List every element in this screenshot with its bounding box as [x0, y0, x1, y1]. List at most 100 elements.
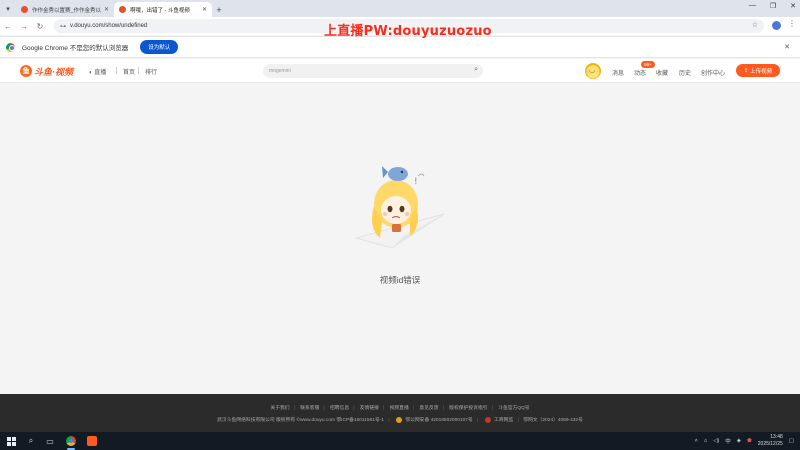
nav-live-label: 直播: [94, 70, 107, 76]
header-link-history[interactable]: 历史: [679, 68, 691, 77]
nav-divider: [116, 67, 117, 74]
tab-search-button[interactable]: ▾: [0, 0, 16, 17]
upload-video-button[interactable]: ⇪ 上传视频: [736, 64, 780, 77]
douyu-video-logo[interactable]: 鱼 斗鱼·视频: [20, 64, 73, 78]
police-record-link[interactable]: 鄂公网安备 42018502000107号: [405, 418, 472, 423]
mascot-blush: [383, 212, 387, 216]
volume-icon[interactable]: ◁): [713, 438, 719, 444]
default-browser-infobar: Google Chrome 不是您的默认浏览器 设为默认 ✕: [0, 36, 800, 58]
douyu-favicon-icon: [21, 6, 28, 13]
stream-overlay-text: 上直播PW:douyuzuozuo: [324, 24, 492, 39]
motion-line: [417, 173, 425, 177]
header-link-messages[interactable]: 消息: [612, 68, 624, 77]
search-placeholder: mogemini: [269, 68, 291, 74]
footer-link-contact[interactable]: 联系客服: [300, 406, 319, 411]
minimize-icon[interactable]: —: [749, 2, 756, 10]
active-app-indicator: [67, 448, 75, 450]
mascot-cup: [392, 224, 401, 232]
nav-live[interactable]: ◐ 直播: [89, 67, 106, 76]
bookmark-star-icon[interactable]: ☆: [752, 21, 758, 29]
header-link-feed[interactable]: 动态: [634, 68, 646, 77]
windows-taskbar: ⌕ ▭ ˄ ⌂ ◁) 中 ◈ ⬟ 13:48 2025/12/25 ▢: [0, 432, 800, 450]
reload-icon[interactable]: ↻: [32, 22, 48, 31]
infobar-message: Google Chrome 不是您的默认浏览器: [22, 45, 129, 52]
start-button[interactable]: [5, 435, 17, 447]
site-info-icon[interactable]: ⊶: [60, 23, 66, 30]
task-view-icon[interactable]: ▭: [44, 435, 56, 447]
logo-text: 斗鱼·视频: [34, 66, 73, 77]
mascot-eye-right: [399, 205, 405, 213]
error-message: 视频id错误: [379, 275, 421, 285]
police-emblem-icon: [395, 416, 402, 423]
footer-links: 关于我们 | 联系客服 | 招聘信息 | 友情链接 | 视频直播 | 意见反馈 | 版权保护…: [270, 406, 530, 411]
search-input[interactable]: mogemini ⌕: [263, 64, 483, 78]
taskbar-search-icon[interactable]: ⌕: [25, 435, 37, 447]
search-icon[interactable]: ⌕: [474, 66, 478, 74]
profile-avatar-icon[interactable]: [772, 21, 781, 30]
header-link-favorites[interactable]: 收藏: [656, 68, 668, 77]
mascot-eye-left: [387, 205, 393, 213]
tray-overflow-icon[interactable]: ˄: [695, 438, 698, 444]
upload-label: 上传视频: [750, 68, 773, 75]
network-icon[interactable]: ⌂: [704, 438, 707, 444]
browser-tab[interactable]: 作作金秀以置赛_作作金秀以赛 ✕: [16, 2, 114, 17]
douyu-app-icon: [87, 436, 97, 446]
mascot-face: [381, 196, 411, 224]
back-arrow-icon[interactable]: ←: [0, 22, 16, 31]
nav-divider: [138, 67, 139, 74]
new-tab-button[interactable]: +: [212, 2, 226, 17]
notification-badge: 99+: [641, 61, 655, 68]
close-tab-icon[interactable]: ✕: [202, 6, 207, 13]
mascot-fish-hat: [388, 167, 408, 181]
mascot-fish-tail: [382, 166, 388, 178]
infobar-close-icon[interactable]: ✕: [784, 43, 790, 51]
fish-eye: [400, 170, 404, 174]
ime-icon[interactable]: ◈: [737, 438, 741, 444]
douyu-favicon-icon: [119, 6, 126, 13]
nav-ranking[interactable]: 排行: [145, 67, 157, 76]
chrome-menu-icon[interactable]: ⋮: [788, 19, 796, 28]
footer-link-jobs[interactable]: 招聘信息: [330, 406, 349, 411]
antivirus-tray-icon[interactable]: ⬟: [747, 438, 752, 444]
footer-copyright: 武汉斗鱼网络科技有限公司 版权所有 ©www.douyu.com 鄂ICP备15…: [217, 416, 583, 423]
taskbar-douyu-app[interactable]: [86, 435, 98, 447]
set-default-button[interactable]: 设为默认: [140, 40, 179, 54]
header-link-creator-center[interactable]: 创作中心: [701, 68, 725, 77]
clock-time: 13:48: [770, 434, 783, 440]
footer-link-friends[interactable]: 友情链接: [360, 406, 379, 411]
footer-link-qq[interactable]: 斗鱼官方QQ号: [498, 406, 529, 411]
address-text: v.douyu.com/show/undefined: [70, 23, 148, 29]
browser-tab-active[interactable]: 啊哦，出错了 - 斗鱼视频 ✕: [114, 2, 212, 17]
icp-link[interactable]: 鄂ICP备15011561号-1: [336, 418, 384, 423]
clock-date: 2025/12/25: [757, 441, 783, 447]
windows-logo-icon: [6, 436, 16, 446]
user-avatar[interactable]: [585, 63, 601, 79]
restore-icon[interactable]: ❐: [770, 2, 776, 10]
error-mascot-illustration: !: [354, 166, 445, 249]
tab-title: 作作金秀以置赛_作作金秀以赛: [32, 7, 101, 14]
main-content: ! 视频id错误: [0, 84, 800, 394]
surprise-mark-icon: !: [414, 177, 418, 187]
taskbar-chrome-app[interactable]: [65, 435, 77, 447]
chrome-logo-icon: [6, 42, 15, 52]
taskbar-clock[interactable]: 13:48 2025/12/25: [758, 434, 783, 448]
site-header: 鱼 斗鱼·视频 ◐ 直播 首页 排行 mogemini ⌕ 消息 动态 99+ …: [0, 59, 800, 83]
footer-link-copyright[interactable]: 版权保护投诉指引: [449, 406, 487, 411]
input-language[interactable]: 中: [725, 437, 731, 445]
system-tray: ˄ ⌂ ◁) 中 ◈ ⬟ 13:48 2025/12/25 ▢: [695, 434, 794, 448]
nav-home[interactable]: 首页: [123, 67, 135, 76]
chrome-app-icon: [66, 436, 76, 446]
copyright-text: 武汉斗鱼网络科技有限公司 版权所有 ©www.douyu.com: [217, 418, 335, 423]
close-tab-icon[interactable]: ✕: [104, 6, 109, 13]
commerce-link[interactable]: 工商网监: [494, 418, 513, 423]
notification-center-icon[interactable]: ▢: [789, 438, 794, 444]
footer-link-live[interactable]: 视频直播: [390, 406, 409, 411]
forward-arrow-icon[interactable]: →: [16, 22, 32, 31]
footer-link-about[interactable]: 关于我们: [270, 406, 289, 411]
mascot-blush: [405, 212, 409, 216]
culture-license: 鄂网文（2024）4069-432号: [523, 418, 583, 423]
footer-link-feedback[interactable]: 意见反馈: [419, 406, 438, 411]
site-footer: 关于我们 | 联系客服 | 招聘信息 | 友情链接 | 视频直播 | 意见反馈 | 版权保护…: [0, 394, 800, 432]
douyu-fish-icon: 鱼: [20, 65, 32, 77]
window-close-icon[interactable]: ✕: [790, 2, 796, 10]
